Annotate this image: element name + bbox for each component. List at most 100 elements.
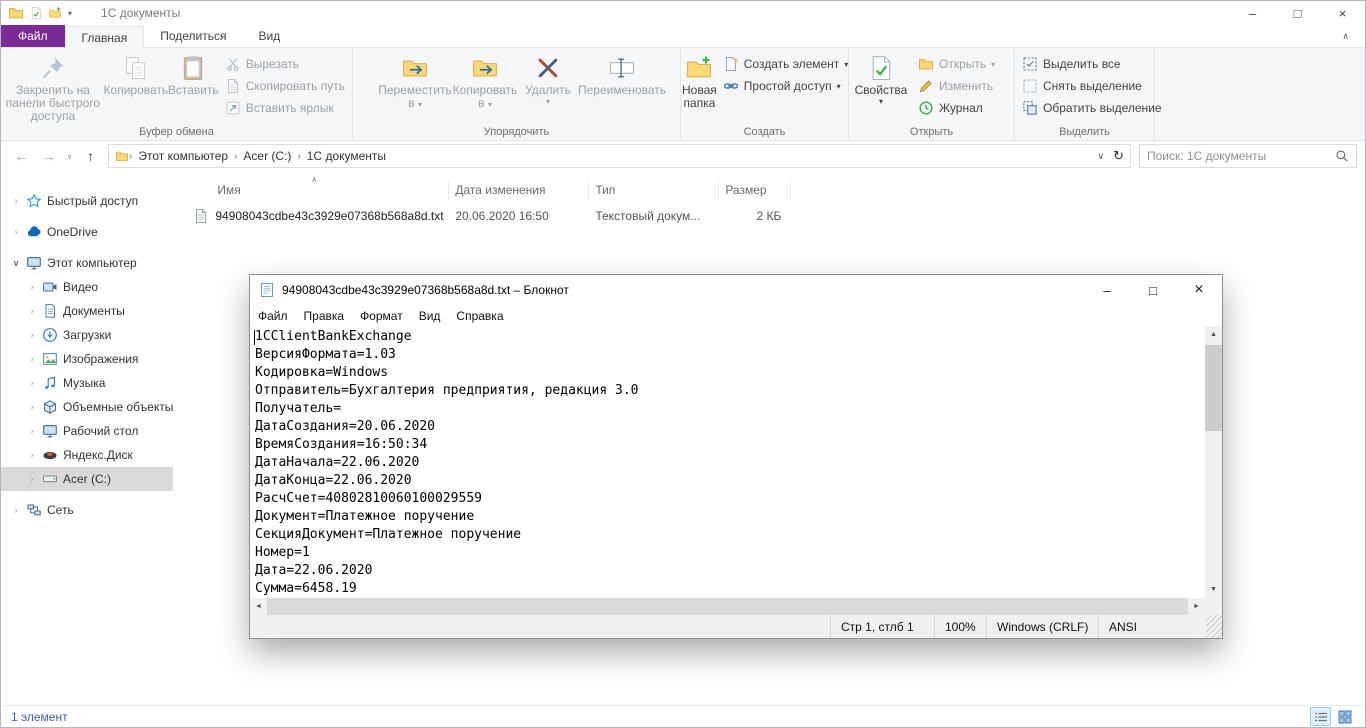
copy-button[interactable]: Копировать xyxy=(104,49,168,124)
address-bar[interactable]: › Этот компьютер › Acer (C:) › 1С докуме… xyxy=(108,144,1131,168)
new-item-button[interactable]: Создать элемент ▾ xyxy=(717,53,855,75)
recent-locations-icon[interactable]: ∨ xyxy=(63,144,76,168)
scroll-down-icon[interactable]: ▼ xyxy=(1205,581,1222,598)
close-button[interactable]: × xyxy=(1320,1,1365,25)
search-input[interactable] xyxy=(1147,149,1329,163)
sidebar-item-3d-objects[interactable]: › Объемные объекты xyxy=(1,395,173,419)
notepad-titlebar[interactable]: 94908043cdbe43c3929e07368b568a8d.txt – Б… xyxy=(250,275,1222,305)
refresh-icon[interactable]: ↻ xyxy=(1113,148,1124,164)
thumbnails-view-button[interactable] xyxy=(1334,707,1355,726)
horizontal-scroll-thumb[interactable] xyxy=(267,598,1188,615)
tab-view[interactable]: Вид xyxy=(242,25,296,47)
chevron-right-icon[interactable]: › xyxy=(27,426,37,437)
column-header-name[interactable]: ∧ Имя xyxy=(173,179,449,200)
tab-share[interactable]: Поделиться xyxy=(144,25,242,47)
vertical-scrollbar[interactable]: ▲ ▼ xyxy=(1205,326,1222,598)
horizontal-scrollbar[interactable]: ◄ ► xyxy=(250,598,1205,615)
close-button[interactable]: × xyxy=(1176,275,1222,305)
properties-button[interactable]: Свойства ▾ xyxy=(850,49,912,124)
notepad-text-area[interactable]: 1CClientBankExchange ВерсияФормата=1.03 … xyxy=(250,326,1205,598)
chevron-down-icon[interactable]: ∨ xyxy=(11,258,21,269)
sidebar-item-documents[interactable]: › Документы xyxy=(1,299,173,323)
dropdown-icon: ▾ xyxy=(488,100,492,109)
menu-format[interactable]: Формат xyxy=(352,309,411,323)
vertical-scroll-thumb[interactable] xyxy=(1205,345,1222,431)
sidebar-item-quick-access[interactable]: › Быстрый доступ xyxy=(1,189,173,213)
tab-home[interactable]: Главная xyxy=(65,26,145,48)
window-controls: – □ × xyxy=(1230,1,1365,25)
scroll-right-icon[interactable]: ► xyxy=(1188,598,1205,615)
sidebar-item-yandex-disk[interactable]: › Яндекс.Диск xyxy=(1,443,173,467)
file-row[interactable]: 94908043cdbe43c3929e07368b568a8d.txt 20.… xyxy=(173,205,791,227)
menu-edit[interactable]: Правка xyxy=(296,309,353,323)
paste-shortcut-button[interactable]: Вставить ярлык xyxy=(219,97,351,119)
qat-dropdown-icon[interactable]: ▾ xyxy=(68,9,72,18)
breadcrumb-current-folder[interactable]: 1С документы xyxy=(301,149,392,163)
easy-access-button[interactable]: Простой доступ ▾ xyxy=(717,75,855,97)
chevron-right-icon[interactable]: › xyxy=(11,505,21,516)
chevron-right-icon[interactable]: › xyxy=(27,330,37,341)
maximize-button[interactable]: □ xyxy=(1275,1,1320,25)
cut-button[interactable]: Вырезать xyxy=(219,53,351,75)
collapse-ribbon-icon[interactable]: ∧ xyxy=(1342,31,1349,42)
sidebar-item-drive-c[interactable]: › Acer (C:) xyxy=(1,467,173,491)
search-icon[interactable] xyxy=(1335,149,1349,163)
chevron-right-icon[interactable]: › xyxy=(27,378,37,389)
sidebar-item-network[interactable]: › Сеть xyxy=(1,498,173,522)
back-button[interactable]: ← xyxy=(9,144,34,168)
column-header-date-modified[interactable]: Дата изменения xyxy=(449,179,589,200)
column-header-size[interactable]: Размер xyxy=(719,179,791,200)
sidebar-item-music[interactable]: › Музыка xyxy=(1,371,173,395)
sidebar-item-videos[interactable]: › Видео xyxy=(1,275,173,299)
breadcrumb-drive-c[interactable]: Acer (C:) xyxy=(237,149,297,163)
chevron-right-icon[interactable]: › xyxy=(27,282,37,293)
sidebar-item-this-pc[interactable]: ∨ Этот компьютер xyxy=(1,251,173,275)
copy-to-button[interactable]: Копировать в ▾ xyxy=(450,49,520,124)
menu-view[interactable]: Вид xyxy=(411,309,449,323)
details-view-button[interactable] xyxy=(1310,707,1331,726)
qat-properties-icon[interactable] xyxy=(29,6,43,20)
chevron-right-icon[interactable]: › xyxy=(27,450,37,461)
open-button[interactable]: Открыть ▾ xyxy=(912,53,1001,75)
tab-file[interactable]: Файл xyxy=(1,25,65,47)
forward-button[interactable]: → xyxy=(36,144,61,168)
menu-file[interactable]: Файл xyxy=(250,309,296,323)
chevron-right-icon[interactable]: › xyxy=(11,227,21,238)
sidebar-item-downloads[interactable]: › Загрузки xyxy=(1,323,173,347)
menu-help[interactable]: Справка xyxy=(448,309,511,323)
resize-grip[interactable] xyxy=(1206,615,1222,638)
ribbon-group-new: Новая папка Создать элемент ▾ Простой до… xyxy=(681,48,849,140)
edit-button[interactable]: Изменить xyxy=(912,75,1001,97)
address-history-icon[interactable]: ∨ xyxy=(1098,151,1105,162)
chevron-right-icon[interactable]: › xyxy=(11,196,21,207)
up-button[interactable]: ↑ xyxy=(78,144,103,168)
delete-button[interactable]: Удалить ▾ xyxy=(520,49,576,124)
history-button[interactable]: Журнал xyxy=(912,97,1001,119)
notepad-menu-bar: Файл Правка Формат Вид Справка xyxy=(250,305,1222,326)
move-to-button[interactable]: Переместить в ▾ xyxy=(380,49,450,124)
minimize-button[interactable]: – xyxy=(1084,275,1130,305)
rename-button[interactable]: Переименовать xyxy=(576,49,668,124)
scroll-up-icon[interactable]: ▲ xyxy=(1205,326,1222,343)
chevron-right-icon[interactable]: › xyxy=(27,474,37,485)
minimize-button[interactable]: – xyxy=(1230,1,1275,25)
pin-to-quick-access-button[interactable]: Закрепить на панели быстрого доступа xyxy=(2,49,104,124)
new-folder-button[interactable]: Новая папка xyxy=(682,49,717,124)
dropdown-icon: ▾ xyxy=(879,97,883,106)
sidebar-item-desktop[interactable]: › Рабочий стол xyxy=(1,419,173,443)
column-header-type[interactable]: Тип xyxy=(589,179,719,200)
qat-new-folder-icon[interactable] xyxy=(48,6,62,20)
sidebar-item-pictures[interactable]: › Изображения xyxy=(1,347,173,371)
chevron-right-icon[interactable]: › xyxy=(27,402,37,413)
chevron-right-icon[interactable]: › xyxy=(27,354,37,365)
sidebar-item-onedrive[interactable]: › OneDrive xyxy=(1,220,173,244)
copy-path-button[interactable]: Скопировать путь xyxy=(219,75,351,97)
breadcrumb-this-pc[interactable]: Этот компьютер xyxy=(132,149,234,163)
select-all-button[interactable]: Выделить все xyxy=(1016,53,1168,75)
maximize-button[interactable]: □ xyxy=(1130,275,1176,305)
invert-selection-button[interactable]: Обратить выделение xyxy=(1016,97,1168,119)
chevron-right-icon[interactable]: › xyxy=(27,306,37,317)
scroll-left-icon[interactable]: ◄ xyxy=(250,598,267,615)
select-none-button[interactable]: Снять выделение xyxy=(1016,75,1168,97)
paste-button[interactable]: Вставить xyxy=(168,49,219,124)
